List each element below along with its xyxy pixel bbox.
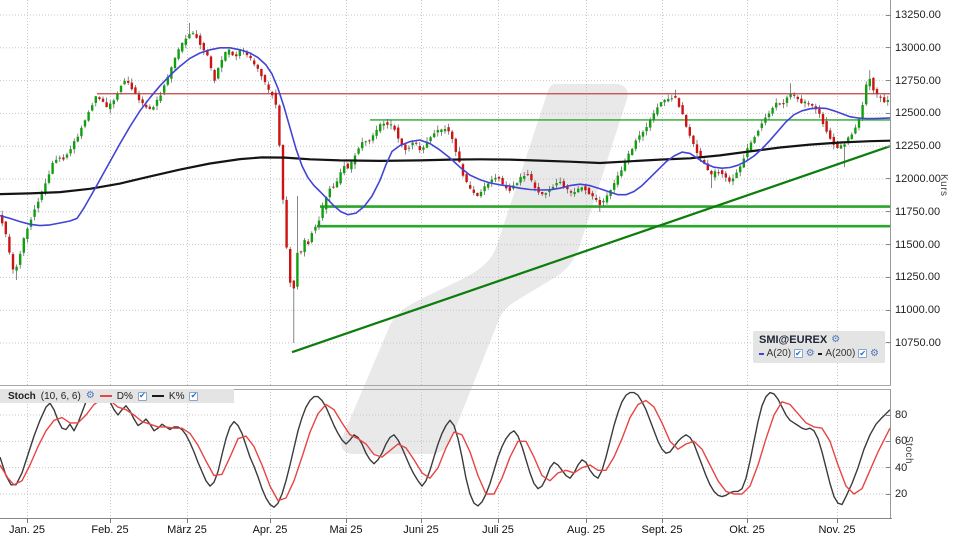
x-axis-month-label: März 25 [167, 524, 207, 536]
d-line[interactable] [0, 398, 891, 502]
x-axis-month-label: Sept. 25 [641, 524, 683, 536]
x-axis-tick-mark [586, 519, 587, 523]
axis-tick-mark [886, 178, 891, 180]
x-axis-tick-mark [346, 519, 347, 523]
symbol-settings-gear-icon[interactable]: ⚙ [831, 335, 840, 345]
symbol-name: SMI@EUREX [759, 334, 828, 346]
axis-tick-mark [886, 47, 891, 49]
stoch-params: (10, 6, 6) [40, 390, 81, 402]
candlestick-series [1, 22, 889, 343]
x-axis-tick-mark [421, 519, 422, 523]
x-axis-month-label: Nov. 25 [818, 524, 856, 536]
axis-tick-mark [886, 145, 891, 147]
axis-tick-mark [886, 112, 891, 114]
x-axis-tick-mark [747, 519, 748, 523]
ma200-checkbox[interactable]: ✔ [858, 349, 868, 358]
k-label: K% [168, 390, 185, 402]
x-axis-month-label: Aug. 25 [567, 524, 605, 536]
y-axis-tick-label: 10750.00 [886, 336, 941, 349]
x-axis-month-label: Okt. 25 [729, 524, 765, 536]
k-checkbox[interactable]: ✔ [189, 391, 199, 401]
stoch-indicator-name: Stoch [8, 390, 36, 402]
x-axis-month-label: Mai 25 [329, 524, 363, 536]
d-checkbox[interactable]: ✔ [137, 391, 147, 401]
price-legend: SMI@EUREX ⚙ A(20) ✔ ⚙ A(200) ✔ ⚙ [753, 331, 885, 363]
stoch-chart-panel[interactable] [0, 389, 892, 518]
axis-tick-mark [886, 276, 891, 278]
d-label: D% [116, 390, 133, 402]
axis-tick-mark [886, 467, 891, 469]
y-axis-tick-label: 12500.00 [886, 107, 941, 120]
ma20-settings-gear-icon[interactable]: ⚙ [806, 348, 815, 359]
k-line-sample [151, 395, 164, 397]
y-axis-tick-label: 12000.00 [886, 172, 941, 185]
ma20-line[interactable] [0, 47, 891, 227]
x-axis-month-label: Feb. 25 [91, 524, 129, 536]
x-axis-tick-mark [270, 519, 271, 523]
axis-tick-mark [886, 414, 891, 416]
x-axis-tick-mark [837, 519, 838, 523]
x-axis-tick-mark [187, 519, 188, 523]
axis-tick-mark [886, 342, 891, 344]
axis-tick-mark [886, 440, 891, 442]
ma200-line[interactable] [0, 139, 891, 196]
x-axis-tick-mark [662, 519, 663, 523]
ma200-line-sample [817, 352, 823, 355]
axis-tick-mark [886, 244, 891, 246]
x-axis-month-label: Jan. 25 [8, 524, 46, 536]
d-line-sample [99, 395, 112, 397]
y-axis-tick-label: 20 [886, 488, 907, 501]
y-axis-tick-label: 80 [886, 409, 907, 422]
price-chart-panel[interactable] [0, 0, 892, 386]
axis-tick-mark [886, 211, 891, 213]
y-axis-tick-label: 60 [886, 435, 907, 448]
chart-application: Kurs Stoch Jan. 25 Feb. 25 März 25 Apr. 25 M… [0, 0, 960, 540]
axis-tick-mark [886, 14, 891, 16]
axis-tick-mark [886, 309, 891, 311]
x-axis-month-label: Apr. 25 [252, 524, 288, 536]
axis-tick-mark [886, 80, 891, 82]
y-axis-tick-label: 11750.00 [886, 205, 940, 218]
x-axis-tick-mark [110, 519, 111, 523]
ma200-label: A(200) [825, 348, 856, 359]
stoch-legend: Stoch (10, 6, 6) ⚙ D% ✔ K% ✔ [0, 389, 234, 403]
axis-tick-mark [886, 493, 891, 495]
y-axis-tick-label: 11250.00 [886, 271, 940, 284]
ma20-checkbox[interactable]: ✔ [794, 349, 803, 358]
y-axis-tick-label: 13000.00 [886, 41, 941, 54]
y-axis-tick-label: 40 [886, 461, 907, 474]
ma20-line-sample [759, 352, 764, 355]
ma20-label: A(20) [766, 348, 792, 359]
y-axis-tick-label: 13250.00 [886, 9, 941, 22]
y-axis-tick-label: 12250.00 [886, 140, 941, 153]
stoch-grid [0, 389, 891, 518]
y-axis-tick-label: 12750.00 [886, 74, 941, 87]
x-axis-month-label: Juli 25 [482, 524, 514, 536]
ma200-settings-gear-icon[interactable]: ⚙ [870, 348, 879, 359]
stoch-settings-gear-icon[interactable]: ⚙ [86, 391, 95, 401]
x-axis-tick-mark [27, 519, 28, 523]
y-axis-tick-label: 11500.00 [886, 238, 940, 251]
x-axis: Jan. 25 Feb. 25 März 25 Apr. 25 Mai 25 Juni 2… [0, 518, 960, 540]
y-axis-tick-label: 11000.00 [886, 304, 940, 317]
x-axis-line [0, 518, 892, 519]
x-axis-tick-mark [498, 519, 499, 523]
x-axis-month-label: Juni 25 [403, 524, 439, 536]
